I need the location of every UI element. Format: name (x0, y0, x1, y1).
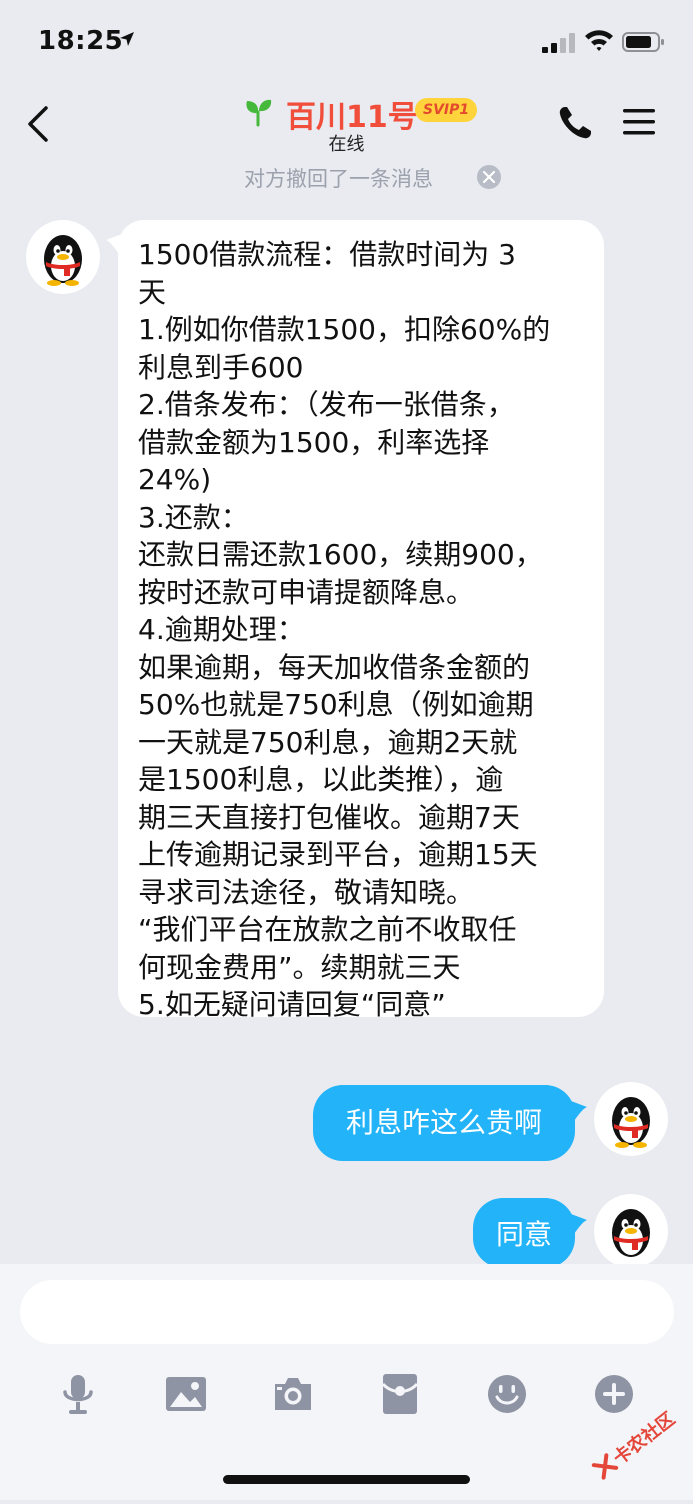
message-line: 1.例如你借款1500，扣除60%的 (138, 313, 551, 346)
battery-icon (622, 32, 664, 52)
message-line: 5.如无疑问请回复“同意” (138, 988, 446, 1021)
message-line: 1500借款流程：借款时间为 3 (138, 238, 516, 271)
penguin-avatar-icon (612, 1209, 650, 1257)
message-line: 何现金费用”。续期就三天 (138, 950, 461, 984)
message-line: 借款金额为1500，利率选择 (138, 425, 490, 459)
message-line: “我们平台在放款之前不收取任 (138, 913, 517, 946)
chat-header: 百川11号 SVIP1 在线 (0, 86, 693, 164)
outgoing-message-text: 利息咋这么贵啊 (345, 1106, 542, 1139)
message-line: 利息到手600 (138, 350, 304, 384)
mic-icon[interactable] (56, 1372, 100, 1416)
bubble-tail (106, 234, 122, 258)
message-line: 寻求司法途径，敬请知晓。 (138, 875, 475, 909)
message-line: 天 (138, 275, 167, 309)
message-line: 24%) (138, 463, 212, 496)
contact-avatar[interactable] (26, 220, 100, 294)
self-avatar[interactable] (594, 1082, 668, 1156)
phone-call-icon[interactable] (556, 104, 594, 142)
contact-title-group[interactable]: 百川11号 SVIP1 (244, 94, 484, 135)
status-time: 18:25 (38, 26, 124, 56)
vip-badge: SVIP1 (415, 98, 478, 122)
input-panel (0, 1264, 693, 1500)
camera-icon[interactable] (271, 1372, 315, 1416)
image-icon[interactable] (164, 1372, 208, 1416)
status-bar: 18:25 (0, 0, 693, 86)
message-line: 期三天直接打包催收。逾期7天 (138, 800, 520, 834)
close-icon[interactable] (477, 165, 501, 189)
recall-notice: 对方撤回了一条消息 (0, 160, 693, 196)
emoji-icon[interactable] (485, 1372, 529, 1416)
message-line: 如果逾期，每天加收借条金额的 (138, 650, 531, 684)
message-input[interactable] (20, 1280, 674, 1344)
message-line: 还款日需还款1600，续期900， (138, 538, 543, 571)
outgoing-message-text: 同意 (495, 1218, 552, 1251)
cellular-signal-icon (542, 33, 575, 53)
message-line: 一天就是750利息，逾期2天就 (138, 725, 518, 759)
recall-notice-text: 对方撤回了一条消息 (244, 167, 433, 191)
message-line: 按时还款可申请提额降息。 (138, 575, 475, 609)
message-line: 上传逾期记录到平台，逾期15天 (138, 838, 538, 871)
incoming-message-text: 1500借款流程：借款时间为 3 天 1.例如你借款1500，扣除60%的 利息到手6… (138, 236, 594, 1024)
penguin-avatar-icon (44, 235, 82, 286)
message-line: 50%也就是750利息（例如逾期 (138, 688, 534, 721)
wifi-icon (585, 30, 613, 51)
message-line: 2.借条发布：（发布一张借条， (138, 388, 515, 421)
self-avatar[interactable] (594, 1194, 668, 1268)
outgoing-message-bubble[interactable]: 利息咋这么贵啊 (313, 1085, 587, 1161)
message-line: 3.还款： (138, 500, 249, 534)
sprout-icon (246, 99, 272, 127)
location-arrow-icon (120, 32, 134, 46)
penguin-avatar-icon (612, 1097, 650, 1148)
red-packet-icon[interactable] (378, 1372, 422, 1416)
home-indicator (223, 1475, 470, 1484)
message-line: 4.逾期处理： (138, 613, 305, 646)
message-line: 是1500利息，以此类推），逾 (138, 763, 504, 796)
bubble-tail (571, 1214, 587, 1238)
outgoing-message-bubble[interactable]: 同意 (473, 1198, 587, 1268)
bubble-tail (571, 1101, 587, 1125)
incoming-message-bubble[interactable]: 1500借款流程：借款时间为 3 天 1.例如你借款1500，扣除60%的 利息到手6… (106, 220, 604, 1021)
menu-icon[interactable] (622, 107, 656, 137)
